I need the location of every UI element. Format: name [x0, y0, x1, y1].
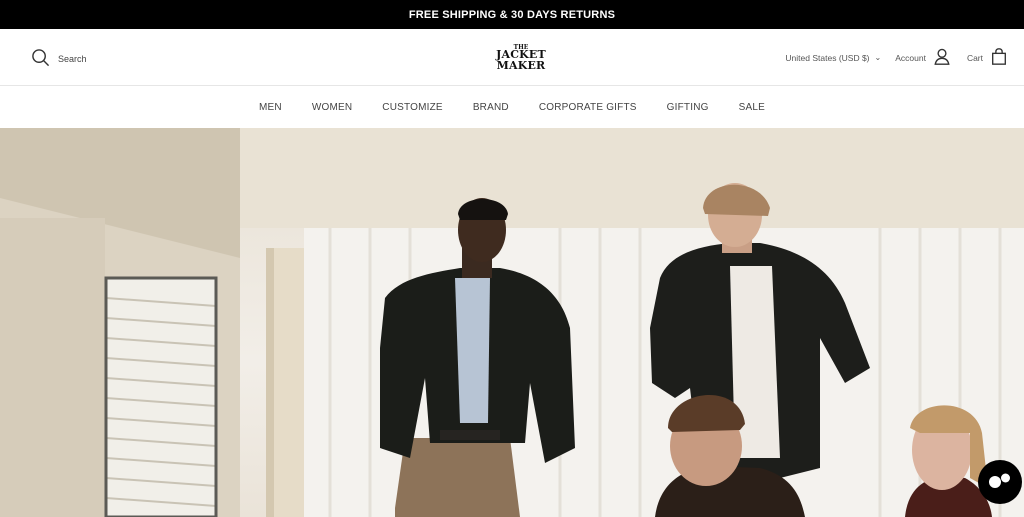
currency-label: United States (USD $)	[785, 52, 870, 63]
nav-item-women[interactable]: WOMEN	[312, 102, 352, 113]
account-label: Account	[895, 52, 926, 63]
currency-selector[interactable]: United States (USD $) ⌄	[785, 53, 881, 63]
nav-item-gifting[interactable]: GIFTING	[667, 102, 709, 113]
nav-item-brand[interactable]: BRAND	[473, 102, 509, 113]
nav-item-customize[interactable]: CUSTOMIZE	[382, 102, 443, 113]
header-actions: United States (USD $) ⌄ Account Cart	[785, 47, 1008, 68]
search-icon	[31, 48, 50, 69]
main-nav: MEN WOMEN CUSTOMIZE BRAND CORPORATE GIFT…	[0, 87, 1024, 128]
cart-link[interactable]: Cart	[967, 47, 1008, 68]
hero-banner[interactable]	[0, 128, 1024, 517]
logo-line-3: MAKER	[496, 58, 546, 72]
wall-panel	[0, 218, 105, 517]
site-header: Search THE JACKET MAKER United States (U…	[0, 29, 1024, 86]
nav-item-corporate-gifts[interactable]: CORPORATE GIFTS	[539, 102, 637, 113]
search-button[interactable]: Search	[31, 48, 87, 69]
account-link[interactable]: Account	[895, 47, 951, 68]
bag-icon	[990, 47, 1008, 68]
nav-item-sale[interactable]: SALE	[739, 102, 765, 113]
user-icon	[933, 47, 951, 68]
announcement-bar: FREE SHIPPING & 30 DAYS RETURNS	[0, 0, 1024, 29]
nav-item-men[interactable]: MEN	[259, 102, 282, 113]
ceiling	[240, 128, 1024, 228]
cart-label: Cart	[966, 52, 983, 63]
chevron-down-icon: ⌄	[874, 53, 882, 62]
site-logo[interactable]: THE JACKET MAKER	[490, 43, 552, 73]
search-label: Search	[58, 53, 87, 64]
chat-icon	[987, 469, 1013, 496]
chat-button[interactable]	[978, 460, 1022, 504]
hero-photo	[0, 128, 1024, 517]
announcement-text: FREE SHIPPING & 30 DAYS RETURNS	[408, 8, 616, 21]
